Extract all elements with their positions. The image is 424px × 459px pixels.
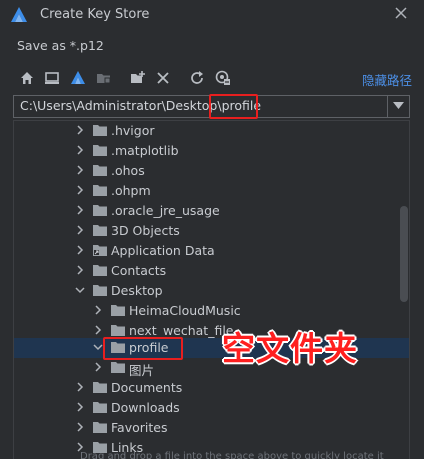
folder-icon <box>93 145 107 156</box>
tree-item-label: Contacts <box>111 263 167 278</box>
tree-item[interactable]: .hvigor <box>14 121 409 141</box>
chevron-right-icon[interactable] <box>74 184 86 196</box>
path-highlight-box <box>209 94 258 119</box>
chevron-right-icon[interactable] <box>74 264 86 276</box>
chevron-right-icon[interactable] <box>74 421 86 433</box>
hide-path-link[interactable]: 隐藏路径 <box>362 70 412 89</box>
profile-highlight-box <box>103 337 183 360</box>
chevron-right-icon[interactable] <box>74 401 86 413</box>
window-title: Create Key Store <box>40 7 150 22</box>
chevron-right-icon[interactable] <box>92 361 104 373</box>
new-folder-icon[interactable] <box>130 70 146 86</box>
folder-icon <box>93 265 107 276</box>
tree-item[interactable]: Downloads <box>14 398 409 418</box>
tree-item-label: Application Data <box>111 243 215 258</box>
chevron-right-icon[interactable] <box>74 164 86 176</box>
tree-item-label: .matplotlib <box>111 143 179 158</box>
chevron-down-icon <box>393 102 404 109</box>
folder-icon <box>93 422 107 433</box>
tree-item-label: Desktop <box>111 283 163 298</box>
drag-drop-hint: Drag and drop a file into the space abov… <box>80 451 384 459</box>
delete-icon[interactable] <box>155 70 171 86</box>
tree-item-label: 图片 <box>129 363 155 378</box>
app-logo-icon <box>10 6 28 24</box>
folder-icon <box>93 225 107 236</box>
folder-icon <box>111 305 125 316</box>
file-tree[interactable]: .hvigor .matplotlib .ohos .ohpm .oracle_… <box>13 120 410 459</box>
save-as-label: Save as *.p12 <box>17 38 104 53</box>
tree-item-label: HeimaCloudMusic <box>129 303 241 318</box>
tree-item-label: 3D Objects <box>111 223 180 238</box>
folder-icon <box>93 185 107 196</box>
tree-item-label: .ohos <box>111 163 145 178</box>
tree-item-label: Downloads <box>111 400 180 415</box>
tree-item[interactable]: Application Data <box>14 241 409 261</box>
tree-item[interactable]: HeimaCloudMusic <box>14 301 409 321</box>
chevron-down-icon[interactable] <box>74 284 86 296</box>
home-icon[interactable] <box>19 70 35 86</box>
folder-icon <box>93 205 107 216</box>
tree-item[interactable]: Favorites <box>14 418 409 438</box>
tree-item[interactable]: Documents <box>14 378 409 398</box>
project-icon[interactable] <box>70 70 86 86</box>
chevron-right-icon[interactable] <box>74 381 86 393</box>
folder-icon <box>111 362 125 373</box>
chevron-right-icon[interactable] <box>74 124 86 136</box>
chevron-right-icon[interactable] <box>92 304 104 316</box>
tree-item[interactable]: Desktop <box>14 281 409 301</box>
close-icon[interactable] <box>393 5 409 21</box>
path-history-dropdown[interactable] <box>387 96 409 117</box>
scrollbar-thumb[interactable] <box>400 206 408 302</box>
show-hidden-icon[interactable] <box>215 70 231 86</box>
toolbar: 隐藏路径 <box>0 66 424 90</box>
chevron-right-icon[interactable] <box>74 224 86 236</box>
tree-item-label: .oracle_jre_usage <box>111 203 220 218</box>
chevron-right-icon[interactable] <box>74 204 86 216</box>
tree-item-label: Favorites <box>111 420 168 435</box>
folder-icon <box>111 325 125 336</box>
tree-item-label: next_wechat_file <box>129 323 234 338</box>
tree-item-label: .ohpm <box>111 183 151 198</box>
tree-item[interactable]: .oracle_jre_usage <box>14 201 409 221</box>
tree-item-label: Documents <box>111 380 183 395</box>
chevron-right-icon[interactable] <box>74 244 86 256</box>
desktop-icon[interactable] <box>44 70 60 86</box>
tree-item[interactable]: .ohos <box>14 161 409 181</box>
folder-link-icon <box>93 245 107 256</box>
tree-item[interactable]: .matplotlib <box>14 141 409 161</box>
folder-icon <box>93 402 107 413</box>
folder-icon <box>93 285 107 296</box>
tree-item[interactable]: .ohpm <box>14 181 409 201</box>
annotation-label: 空文件夹 <box>222 329 358 368</box>
folder-icon <box>93 165 107 176</box>
tree-item[interactable]: 3D Objects <box>14 221 409 241</box>
module-icon[interactable] <box>96 70 112 86</box>
chevron-right-icon[interactable] <box>74 144 86 156</box>
chevron-right-icon[interactable] <box>92 324 104 336</box>
folder-icon <box>93 125 107 136</box>
tree-item[interactable]: Contacts <box>14 261 409 281</box>
folder-icon <box>93 382 107 393</box>
refresh-icon[interactable] <box>189 70 205 86</box>
title-bar: Create Key Store <box>0 0 424 30</box>
tree-item-label: .hvigor <box>111 123 155 138</box>
